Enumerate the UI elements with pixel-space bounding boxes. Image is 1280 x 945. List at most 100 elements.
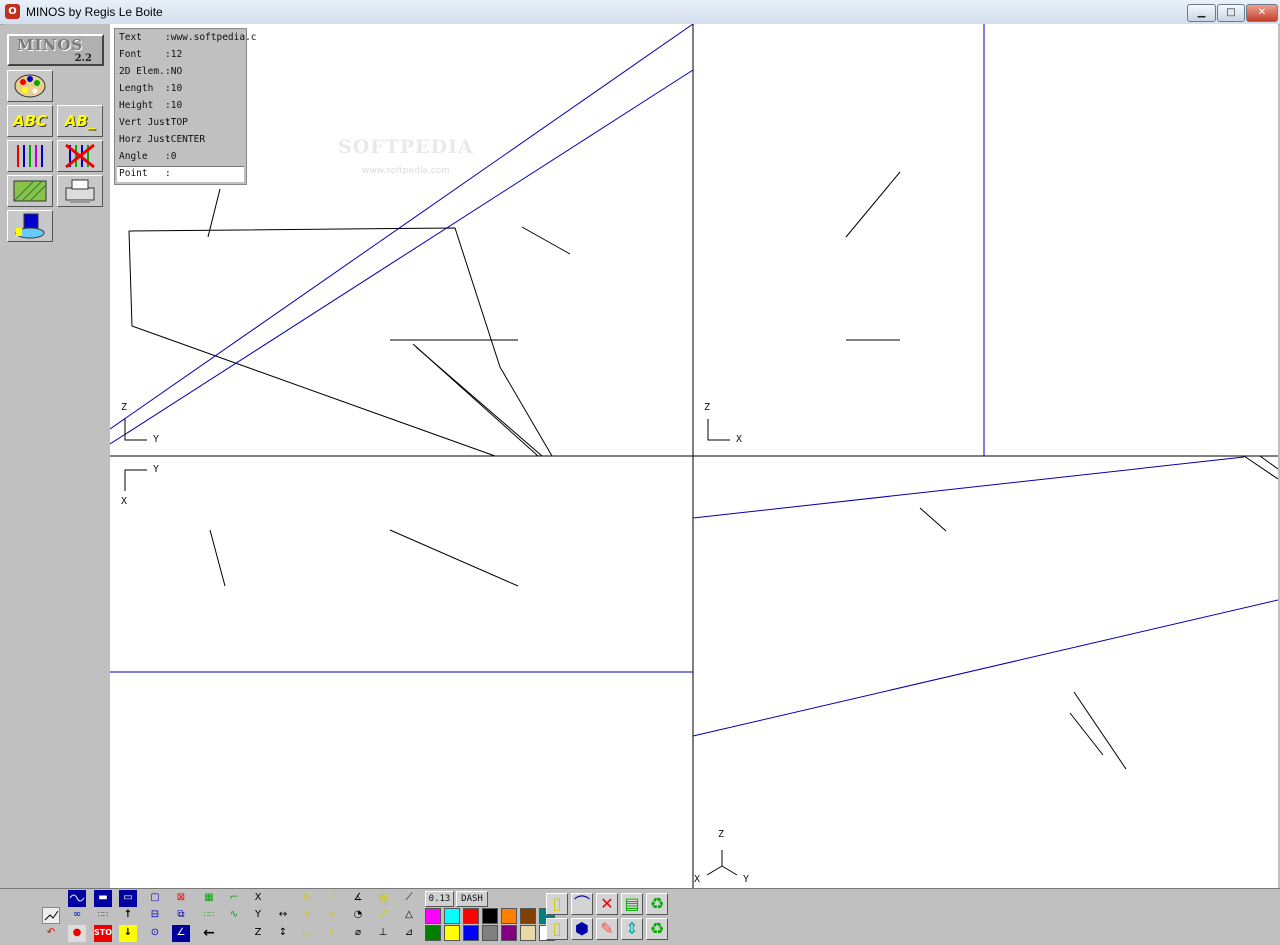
camera-icon: ● bbox=[72, 927, 82, 938]
windows-tool-button[interactable]: ▭ bbox=[119, 890, 137, 907]
palette-color-swatch[interactable] bbox=[463, 925, 479, 941]
maximize-button[interactable]: □ bbox=[1217, 4, 1245, 22]
save-file-button[interactable]: ▯ bbox=[546, 918, 568, 940]
info-value[interactable]: :10 bbox=[165, 83, 182, 94]
info-row-angle: Angle:0 bbox=[119, 151, 176, 162]
eraser-button[interactable]: ✎ bbox=[596, 918, 618, 940]
fill-tool[interactable] bbox=[7, 175, 53, 207]
info-row-length: Length:10 bbox=[119, 83, 182, 94]
zoom-button[interactable]: ⊙ bbox=[146, 925, 164, 942]
hatch-tool[interactable] bbox=[7, 140, 53, 172]
grid-snap-button[interactable]: ▤ bbox=[374, 890, 392, 907]
step-line-button[interactable]: ⌐ bbox=[225, 890, 243, 907]
spline-button[interactable]: ∿ bbox=[225, 907, 243, 924]
copy-box-button[interactable]: ⧉ bbox=[172, 907, 190, 924]
axis-horizontal-button[interactable]: ↔ bbox=[274, 907, 292, 924]
move-up-button[interactable]: ↑ bbox=[119, 907, 137, 924]
viewport-top-right-geometry bbox=[845, 24, 985, 456]
dim-baseline-button[interactable]: ⊿ bbox=[398, 925, 420, 942]
palette-color-swatch[interactable] bbox=[425, 908, 441, 924]
minimize-button[interactable]: ▁ bbox=[1187, 4, 1216, 22]
dim-linear-button[interactable]: ⟋ bbox=[398, 890, 420, 907]
dim-diameter-button[interactable]: ⌀ bbox=[348, 925, 368, 942]
palette-color-swatch[interactable] bbox=[425, 925, 441, 941]
vehicle-tool-button[interactable]: ▬ bbox=[94, 890, 112, 907]
delete-hatch-tool[interactable] bbox=[57, 140, 103, 172]
info-value[interactable]: :0 bbox=[165, 151, 176, 162]
dim-angle-button[interactable]: ∡ bbox=[348, 890, 368, 907]
palette-color-swatch[interactable] bbox=[482, 908, 498, 924]
stop-button[interactable]: STOP bbox=[94, 925, 112, 942]
palette-color-swatch[interactable] bbox=[463, 908, 479, 924]
save-folder-icon: ▯ bbox=[552, 919, 562, 938]
delete-button[interactable]: ✕ bbox=[596, 893, 618, 915]
back-button[interactable]: ← bbox=[198, 925, 220, 942]
axis-vertical-button[interactable]: ↕ bbox=[274, 925, 292, 942]
chain-tool-button[interactable]: ∞ bbox=[68, 907, 86, 924]
select-box-button[interactable]: ▢ bbox=[146, 890, 164, 907]
info-value[interactable]: :NO bbox=[165, 66, 182, 77]
tangent-icon: ⤢ bbox=[379, 909, 387, 920]
snap-intersect-button[interactable]: ✳ bbox=[298, 907, 316, 924]
print-tool[interactable] bbox=[57, 175, 103, 207]
delete-box-button[interactable]: ⊠ bbox=[172, 890, 190, 907]
palette-color-swatch[interactable] bbox=[444, 925, 460, 941]
info-value[interactable]: :TOP bbox=[165, 117, 188, 128]
coord-label-y: Y bbox=[254, 909, 262, 920]
snap-center-button[interactable]: ⊙ bbox=[298, 890, 316, 907]
perpendicular-button[interactable]: ⊥ bbox=[374, 925, 392, 942]
delete-hatch-icon bbox=[65, 143, 95, 169]
snap-node-button[interactable]: ✧ bbox=[323, 925, 341, 942]
arrow-up-icon: ↑ bbox=[123, 909, 133, 920]
palette-color-swatch[interactable] bbox=[501, 925, 517, 941]
palette-color-swatch[interactable] bbox=[520, 925, 536, 941]
curve-tool-button[interactable] bbox=[42, 907, 60, 924]
recycle-button[interactable]: ♻ bbox=[646, 893, 668, 915]
text-underline-tool[interactable]: AB_ bbox=[57, 105, 103, 137]
palette-color-swatch[interactable] bbox=[482, 925, 498, 941]
dim-diameter-icon: ⌀ bbox=[354, 927, 362, 938]
text-tool[interactable]: ABC bbox=[7, 105, 53, 137]
wave-tool-button[interactable] bbox=[68, 890, 86, 907]
minus-box-button[interactable]: ⊟ bbox=[146, 907, 164, 924]
line-style-selector[interactable]: DASH bbox=[456, 891, 488, 907]
point-value[interactable]: : bbox=[165, 168, 171, 179]
grid-dots-button[interactable]: ∷∷ bbox=[94, 907, 112, 924]
layer-button[interactable]: ▤ bbox=[621, 893, 643, 915]
palette-color-swatch[interactable] bbox=[520, 908, 536, 924]
angle-button[interactable]: ∠ bbox=[172, 925, 190, 942]
undo-button[interactable]: ↶ bbox=[42, 925, 60, 942]
info-row-2d-elem: 2D Elem.:NO bbox=[119, 66, 182, 77]
keyboard-button[interactable]: ▦ bbox=[198, 890, 220, 907]
move-down-button[interactable]: ↓ bbox=[119, 925, 137, 942]
arc-tool-button[interactable]: ⌒ bbox=[571, 893, 593, 915]
info-label: Horz Just bbox=[119, 134, 171, 145]
camera-button[interactable]: ● bbox=[68, 925, 86, 942]
color-palette-tool[interactable] bbox=[7, 70, 53, 102]
info-value[interactable]: :CENTER bbox=[165, 134, 205, 145]
tangent-button[interactable]: ⤢ bbox=[374, 907, 392, 924]
dim-radius-button[interactable]: ◔ bbox=[348, 907, 368, 924]
logo-version: 2.2 bbox=[74, 53, 92, 64]
line-width-selector[interactable]: 0.13 bbox=[425, 891, 454, 907]
palette-color-swatch[interactable] bbox=[501, 908, 517, 924]
viewport-bottom-right-geometry bbox=[692, 455, 1278, 770]
dim-triangle-button[interactable]: △ bbox=[398, 907, 420, 924]
viewport-geometry[interactable] bbox=[110, 24, 1278, 888]
render-tool[interactable] bbox=[7, 210, 53, 242]
point-input-row[interactable]: Point : bbox=[117, 166, 244, 182]
palette-color-swatch[interactable] bbox=[444, 908, 460, 924]
snap-grid-button[interactable]: ∷∷ bbox=[198, 907, 220, 924]
close-button[interactable]: ✕ bbox=[1246, 4, 1278, 22]
recycle-restore-button[interactable]: ♻ bbox=[646, 918, 668, 940]
drawing-canvas[interactable]: Z Y Z X Y X Z X Y SOFTPEDIA www.softpedi… bbox=[110, 24, 1278, 888]
info-value[interactable]: :www.softpedia.c bbox=[165, 32, 257, 43]
info-value[interactable]: :12 bbox=[165, 49, 182, 60]
snap-arc-button[interactable]: ◡ bbox=[298, 925, 316, 942]
solid-fill-button[interactable]: ⬢ bbox=[571, 918, 593, 940]
measure-button[interactable]: ⇕ bbox=[621, 918, 643, 940]
info-value[interactable]: :10 bbox=[165, 100, 182, 111]
snap-point-button[interactable]: + bbox=[323, 907, 341, 924]
open-file-button[interactable]: ▯ bbox=[546, 893, 568, 915]
snap-line-button[interactable]: ⟋ bbox=[323, 890, 341, 907]
